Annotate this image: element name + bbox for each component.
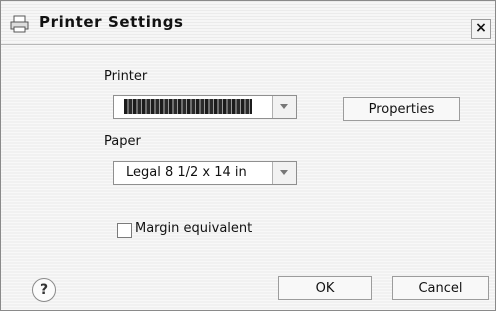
properties-button[interactable]: Properties [343, 97, 460, 121]
printer-select[interactable] [113, 95, 297, 119]
printer-name-obscured [124, 99, 252, 114]
close-button[interactable]: × [471, 19, 491, 39]
ok-button[interactable]: OK [278, 276, 372, 300]
cancel-button[interactable]: Cancel [392, 276, 489, 300]
title-bar: Printer Settings × [1, 1, 495, 45]
paper-label: Paper [104, 134, 141, 149]
dialog-title: Printer Settings [39, 13, 184, 31]
paper-select-value: Legal 8 1/2 x 14 in [126, 165, 247, 180]
margin-equivalent-checkbox[interactable] [117, 223, 132, 238]
printer-label: Printer [104, 69, 148, 84]
paper-select[interactable]: Legal 8 1/2 x 14 in [113, 161, 297, 185]
help-icon[interactable]: ? [32, 278, 56, 302]
chevron-down-icon[interactable] [272, 96, 296, 118]
margin-equivalent-label: Margin equivalent [135, 221, 253, 236]
printer-settings-dialog: Printer Settings × Printer Properties Pa… [0, 0, 496, 311]
chevron-down-icon[interactable] [272, 162, 296, 184]
printer-icon [10, 15, 29, 33]
